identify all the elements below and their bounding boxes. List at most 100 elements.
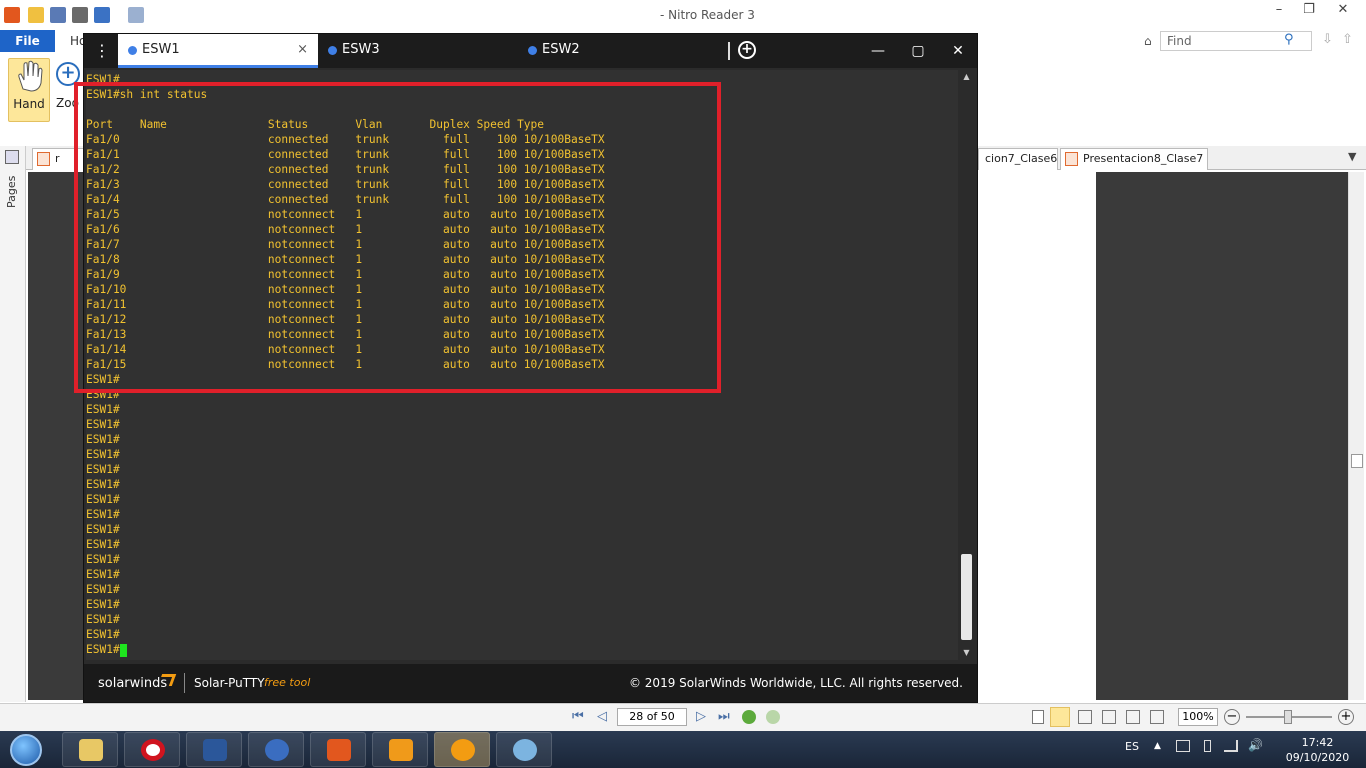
taskbar-app[interactable] <box>62 732 118 767</box>
window-title: - Nitro Reader 3 <box>660 8 755 22</box>
taskbar-app[interactable] <box>248 732 304 767</box>
start-button[interactable] <box>4 732 50 768</box>
zoom-in-small-icon[interactable]: + <box>1338 709 1354 725</box>
close-button[interactable]: ✕ <box>938 34 978 68</box>
hand-tool-button[interactable]: Hand <box>8 58 50 122</box>
tab-separator <box>728 42 730 60</box>
document-page <box>978 172 1096 700</box>
maximize-button[interactable]: ▢ <box>898 34 938 68</box>
terminal-line: ESW1# <box>86 598 120 611</box>
battery-icon[interactable] <box>1204 740 1211 752</box>
terminal-line: ESW1# <box>86 478 120 491</box>
session-tab-bar: ⋮ ESW1 × ESW3 ESW2 + — ▢ ✕ <box>84 34 977 68</box>
arrow-down-icon[interactable]: ⇩ <box>1322 32 1333 47</box>
taskbar-app[interactable] <box>310 732 366 767</box>
highlight-box <box>74 82 721 393</box>
fit-page-icon[interactable] <box>1150 710 1164 724</box>
terminal-line: ESW1# <box>86 448 120 461</box>
sublime-icon <box>389 739 413 761</box>
add-tab-icon[interactable]: + <box>738 41 756 59</box>
product-name: Solar-PuTTY <box>194 676 265 690</box>
tab-label: ESW1 <box>142 42 180 57</box>
terminal-line: ESW1# <box>86 523 120 536</box>
opera-icon <box>141 739 165 761</box>
tab-esw3[interactable]: ESW3 <box>318 34 518 68</box>
signal-icon[interactable] <box>1224 740 1238 752</box>
scroll-down-icon[interactable]: ▼ <box>958 646 975 660</box>
menu-icon[interactable]: ⋮ <box>92 42 112 62</box>
terminal-line: ESW1# <box>86 418 120 431</box>
document-tab[interactable]: Presentacion8_Clase7 <box>1060 148 1208 170</box>
nitro-restore-button[interactable]: ❐ <box>1292 0 1326 20</box>
home-nav-icon[interactable]: ⌂ <box>1144 34 1152 48</box>
tab-label: ESW2 <box>542 42 580 57</box>
file-explorer-icon <box>79 739 103 761</box>
session-status-icon <box>128 46 137 55</box>
taskbar-app[interactable] <box>124 732 180 767</box>
arrow-up-icon[interactable]: ⇧ <box>1342 32 1353 47</box>
pages-panel <box>0 146 26 702</box>
solar-putty-icon <box>451 739 475 761</box>
scroll-up-icon[interactable]: ▲ <box>958 70 975 84</box>
single-page-view-icon[interactable] <box>1032 710 1044 724</box>
tab-esw1[interactable]: ESW1 × <box>118 34 318 68</box>
terminal-prompt-line: ESW1# <box>86 642 605 657</box>
windows-logo-icon <box>10 734 42 766</box>
terminal-line: ESW1# <box>86 583 120 596</box>
search-icon[interactable]: ⚲ <box>1284 32 1294 47</box>
minimize-button[interactable]: — <box>858 34 898 68</box>
pages-panel-label[interactable]: Pages <box>5 168 21 208</box>
show-hidden-icons-icon[interactable]: ▲ <box>1154 741 1161 751</box>
undo-icon[interactable] <box>94 7 110 23</box>
redo-icon[interactable] <box>128 7 144 23</box>
document-scrollbar[interactable] <box>1348 172 1364 700</box>
app-icon <box>265 739 289 761</box>
first-page-icon[interactable]: ⏮ <box>572 709 584 724</box>
fit-width-icon[interactable] <box>1126 710 1140 724</box>
terminal-prompt: ESW1# <box>86 643 120 656</box>
tab-list-dropdown-icon[interactable]: ▼ <box>1348 150 1356 163</box>
facing-view-icon[interactable] <box>1078 710 1092 724</box>
zoom-slider-thumb[interactable] <box>1284 710 1292 724</box>
next-page-icon[interactable]: ▷ <box>696 709 706 724</box>
close-tab-icon[interactable]: × <box>297 34 308 66</box>
document-tab[interactable]: cion7_Clase6 <box>978 148 1058 170</box>
terminal-scrollbar[interactable]: ▲ ▼ <box>958 70 975 660</box>
taskbar-app[interactable] <box>186 732 242 767</box>
taskbar-app[interactable] <box>496 732 552 767</box>
zoom-level-input[interactable]: 100% <box>1178 708 1218 726</box>
forward-icon[interactable] <box>766 710 780 724</box>
terminal-line: ESW1# <box>86 433 120 446</box>
nitro-icon <box>327 739 351 761</box>
nitro-close-button[interactable]: ✕ <box>1326 0 1360 20</box>
hand-icon <box>18 60 43 92</box>
terminal-line: ESW1# <box>86 553 120 566</box>
terminal-line: ESW1# <box>86 508 120 521</box>
print-icon[interactable] <box>72 7 88 23</box>
nitro-minimize-button[interactable]: – <box>1262 0 1296 20</box>
zoom-out-icon[interactable]: − <box>1224 709 1240 725</box>
solarwinds-flame-icon <box>157 674 177 686</box>
scrollbar-thumb[interactable] <box>961 554 972 640</box>
taskbar-app-active[interactable] <box>434 732 490 767</box>
language-indicator[interactable]: ES <box>1125 740 1139 753</box>
document-tab-label: cion7_Clase6 <box>985 152 1058 165</box>
previous-page-icon[interactable]: ◁ <box>597 709 607 724</box>
pages-panel-icon[interactable] <box>5 150 19 164</box>
page-number-input[interactable]: 28 of 50 <box>617 708 687 726</box>
open-icon[interactable] <box>28 7 44 23</box>
volume-icon[interactable]: 🔊 <box>1248 738 1263 752</box>
file-tab[interactable]: File <box>0 30 55 52</box>
taskbar-app[interactable] <box>372 732 428 767</box>
scrollbar-thumb[interactable] <box>1351 454 1363 468</box>
document-margin <box>1096 172 1348 700</box>
tab-esw2[interactable]: ESW2 <box>518 34 718 68</box>
continuous-facing-view-icon[interactable] <box>1102 710 1116 724</box>
network-icon[interactable] <box>1176 740 1190 752</box>
save-icon[interactable] <box>50 7 66 23</box>
clock[interactable]: 17:42 09/10/2020 <box>1280 735 1355 765</box>
terminal-line: ESW1# <box>86 538 120 551</box>
continuous-view-icon[interactable] <box>1050 707 1070 727</box>
back-icon[interactable] <box>742 710 756 724</box>
last-page-icon[interactable]: ⏭ <box>718 709 730 724</box>
